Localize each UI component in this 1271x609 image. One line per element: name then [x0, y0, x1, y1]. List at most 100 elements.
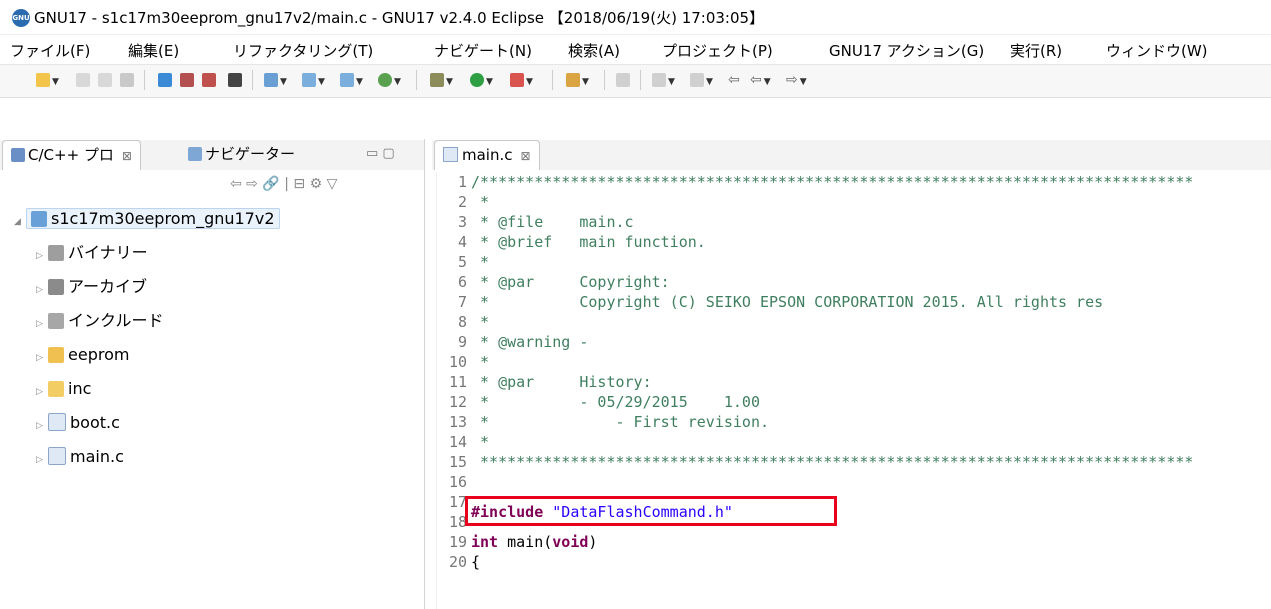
line-number: 18 [448, 513, 467, 531]
tree-item-includes[interactable]: ▷ インクルード [36, 307, 164, 335]
expand-arrow-icon[interactable]: ▷ [36, 310, 48, 338]
gnu17-app-icon: GNU [12, 9, 30, 27]
collapse-arrow-icon[interactable]: ◢ [14, 208, 26, 236]
menu-run[interactable]: 実行(R) [1010, 40, 1062, 61]
tree-item-label: inc [68, 379, 92, 398]
menu-file[interactable]: ファイル(F) [10, 40, 90, 61]
prev-annotation-icon[interactable]: ▼ [690, 71, 713, 89]
menu-refactor[interactable]: リファクタリング(T) [233, 40, 373, 61]
menu-window[interactable]: ウィンドウ(W) [1106, 40, 1208, 61]
expand-arrow-icon[interactable]: ▷ [36, 446, 48, 474]
cpp-projects-icon [11, 148, 25, 162]
tab-navigator[interactable]: ナビゲーター [180, 140, 303, 169]
tree-item-main-c[interactable]: ▷ main.c [36, 443, 124, 471]
expand-arrow-icon[interactable]: ▷ [36, 412, 48, 440]
minimize-maximize-icons[interactable]: ▭ ▢ [358, 140, 403, 169]
line-number: 10 [448, 353, 467, 371]
tab-main-c[interactable]: main.c ⊠ [434, 140, 540, 170]
code-line: * [471, 193, 490, 211]
tree-root-project[interactable]: ◢ s1c17m30eeprom_gnu17v2 [14, 205, 280, 233]
tree-item-eeprom[interactable]: ▷ eeprom [36, 341, 129, 369]
view-toolbar[interactable]: ⇦ ⇨ 🔗 | ⊟ ⚙ ▽ [230, 176, 337, 192]
editor-tab-row: main.c ⊠ [432, 140, 1271, 170]
navigator-icon [188, 147, 202, 161]
line-number: 2 [457, 193, 467, 211]
new-source-folder-icon[interactable]: ▼ [302, 71, 325, 89]
project-icon [31, 211, 47, 227]
build-icon[interactable] [158, 71, 172, 89]
menu-bar: ファイル(F) 編集(E) リファクタリング(T) ナビゲート(N) 検索(A)… [0, 35, 1271, 63]
code-editor[interactable]: 1 2 3 4 5 6 7 8 9 10 11 12 13 14 15 16 1… [436, 172, 1271, 609]
menu-gnu17-action[interactable]: GNU17 アクション(G) [829, 40, 984, 61]
tree-item-label: eeprom [68, 345, 130, 364]
close-tab-icon[interactable]: ⊠ [521, 149, 531, 163]
code-line: * @par History: [471, 373, 652, 391]
last-edit-icon[interactable]: ⇦ [728, 71, 740, 89]
expand-arrow-icon[interactable]: ▷ [36, 242, 48, 270]
external-tools-icon[interactable]: ▼ [510, 71, 533, 89]
line-number: 17 [448, 493, 467, 511]
line-number: 15 [448, 453, 467, 471]
tab-cpp-projects-label: C/C++ プロ [28, 146, 114, 164]
window-title: GNU17 - s1c17m30eeprom_gnu17v2/main.c - … [34, 9, 765, 27]
search-pin-icon[interactable]: ▼ [566, 71, 589, 89]
next-annotation-icon[interactable]: ▼ [652, 71, 675, 89]
brace-line: { [471, 553, 481, 571]
code-line: * - First revision. [471, 413, 770, 431]
line-number: 8 [457, 313, 467, 331]
code-line: * @brief main function. [471, 233, 706, 251]
tree-item-label: インクルード [68, 311, 164, 330]
expand-arrow-icon[interactable]: ▷ [36, 276, 48, 304]
tree-item-binaries[interactable]: ▷ バイナリー [36, 239, 148, 267]
code-line: * - 05/29/2015 1.00 [471, 393, 760, 411]
folder-icon [48, 381, 64, 397]
run-icon[interactable]: ▼ [470, 71, 493, 89]
line-number: 1 [457, 173, 467, 191]
line-number: 13 [448, 413, 467, 431]
code-line: * @file main.c [471, 213, 634, 231]
line-number: 9 [457, 333, 467, 351]
save-icon[interactable] [76, 71, 90, 89]
tree-item-inc[interactable]: ▷ inc [36, 375, 91, 403]
menu-navigate[interactable]: ナビゲート(N) [434, 40, 532, 61]
tree-item-label: main.c [70, 447, 124, 466]
back-icon[interactable]: ⇦ ▼ [750, 71, 771, 89]
tree-item-boot-c[interactable]: ▷ boot.c [36, 409, 120, 437]
line-number: 4 [457, 233, 467, 251]
code-line: * @warning - [471, 333, 589, 351]
debug-icon[interactable]: ▼ [430, 71, 453, 89]
lcd-icon[interactable] [228, 71, 242, 89]
expand-arrow-icon[interactable]: ▷ [36, 344, 48, 372]
new-c-project-icon[interactable]: ▼ [264, 71, 287, 89]
annotation-icon[interactable] [616, 71, 630, 89]
new-class-icon[interactable]: ▼ [378, 71, 401, 89]
new-source-file-icon[interactable]: ▼ [340, 71, 363, 89]
c-file-icon [48, 413, 66, 431]
close-tab-icon[interactable]: ⊠ [122, 149, 132, 163]
void-keyword: void [552, 533, 589, 551]
tab-cpp-projects[interactable]: C/C++ プロ ⊠ [2, 140, 141, 170]
forward-icon[interactable]: ⇨ ▼ [786, 71, 807, 89]
memory-icon[interactable] [202, 71, 216, 89]
new-icon[interactable]: ▼ [36, 71, 59, 89]
code-line: * [471, 253, 490, 271]
binary-icon[interactable] [120, 71, 134, 89]
code-line: * [471, 433, 490, 451]
left-tab-row: C/C++ プロ ⊠ ナビゲーター ▭ ▢ [0, 140, 424, 170]
line-number: 3 [457, 213, 467, 231]
main-toolbar: ▼ ▼ ▼ ▼ ▼ ▼ ▼ ▼ ▼ ▼ ▼ ⇦ ⇦ ▼ ⇨ ▼ [0, 64, 1271, 98]
menu-search[interactable]: 検索(A) [568, 40, 620, 61]
line-number: 11 [448, 373, 467, 391]
expand-arrow-icon[interactable]: ▷ [36, 378, 48, 406]
line-number: 16 [448, 473, 467, 491]
debug-target-icon[interactable] [180, 71, 194, 89]
tree-item-archives[interactable]: ▷ アーカイブ [36, 273, 147, 301]
binaries-icon [48, 245, 64, 261]
line-number: 6 [457, 273, 467, 291]
print-icon[interactable] [98, 71, 112, 89]
menu-edit[interactable]: 編集(E) [128, 40, 179, 61]
c-file-icon [443, 147, 458, 162]
paren-close: ) [588, 533, 598, 551]
highlight-box [465, 496, 837, 526]
menu-project[interactable]: プロジェクト(P) [662, 40, 773, 61]
